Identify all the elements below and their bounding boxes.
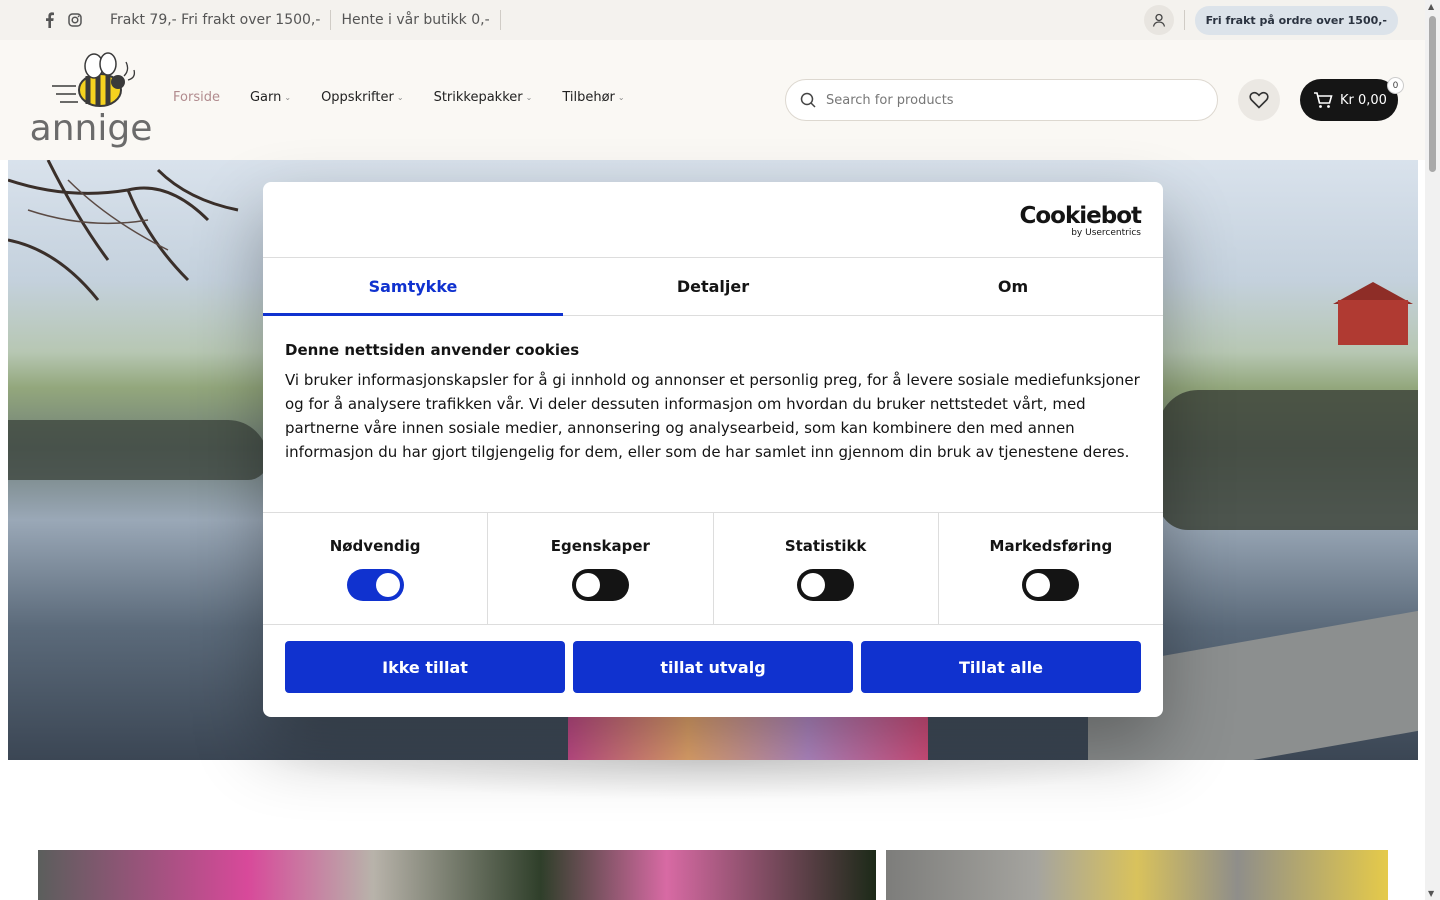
cart-icon <box>1314 92 1333 108</box>
logo-wordmark: annige <box>30 108 152 148</box>
cookiebot-logo[interactable]: Cookiebot by Usercentrics <box>1019 204 1142 238</box>
deny-button[interactable]: Ikke tillat <box>285 641 565 693</box>
heart-icon <box>1249 91 1269 109</box>
rocks-left <box>8 420 268 480</box>
chevron-down-icon: ⌄ <box>525 93 533 102</box>
scroll-down-icon[interactable]: ▼ <box>1428 889 1434 898</box>
cart-button[interactable]: Kr 0,00 <box>1300 79 1398 121</box>
dialog-title: Denne nettsiden anvender cookies <box>285 341 580 359</box>
dialog-shadow <box>260 760 1160 800</box>
nav-item-forside[interactable]: Forside <box>173 90 220 105</box>
product-search <box>785 79 1218 121</box>
divider <box>1183 10 1185 30</box>
dialog-header: Cookiebot by Usercentrics <box>263 182 1163 258</box>
topbar-actions: Fri frakt på ordre over 1500,- <box>1143 5 1398 35</box>
chevron-down-icon: ⌄ <box>396 93 404 102</box>
tab-om[interactable]: Om <box>863 258 1163 315</box>
category-necessary: Nødvendig <box>263 513 489 624</box>
social-links <box>42 12 82 28</box>
dialog-text: Vi bruker informasjonskapsler for å gi i… <box>285 371 1140 461</box>
nav-item-oppskrifter[interactable]: Oppskrifter ⌄ <box>321 90 404 105</box>
toggle-marketing[interactable] <box>1022 569 1080 601</box>
pickup-message: Hente i vår butikk 0,- <box>331 10 501 30</box>
chevron-down-icon: ⌄ <box>617 93 625 102</box>
nav-item-tilbehor[interactable]: Tilbehør ⌄ <box>562 90 624 105</box>
cookie-consent-dialog: Cookiebot by Usercentrics Samtykke Detal… <box>263 182 1163 717</box>
toggle-necessary[interactable] <box>346 569 404 601</box>
toggle-statistics[interactable] <box>797 569 855 601</box>
allow-all-button[interactable]: Tillat alle <box>861 641 1141 693</box>
tab-samtykke[interactable]: Samtykke <box>263 258 563 316</box>
cart-total: Kr 0,00 <box>1340 92 1387 108</box>
shipping-message: Frakt 79,- Fri frakt over 1500,- <box>100 10 332 30</box>
toggle-preferences[interactable] <box>571 569 629 601</box>
facebook-icon[interactable] <box>42 12 56 28</box>
main-nav: Forside Garn ⌄ Oppskrifter ⌄ Strikkepakker… <box>173 90 625 105</box>
category-statistics: Statistikk <box>714 513 939 624</box>
category-marketing: Markedsføring <box>939 513 1163 624</box>
nav-item-strikkepakker[interactable]: Strikkepakker ⌄ <box>434 90 533 105</box>
page-scrollbar[interactable]: ▲ ▼ <box>1425 0 1440 900</box>
tab-detaljer[interactable]: Detaljer <box>563 258 863 315</box>
product-card-yarn[interactable] <box>886 850 1388 900</box>
tree-decoration <box>8 160 239 301</box>
category-preferences: Egenskaper <box>488 513 714 624</box>
search-icon <box>800 92 816 108</box>
red-house <box>1338 300 1408 345</box>
dialog-body: Denne nettsiden anvender cookies Vi bruk… <box>263 316 1163 513</box>
top-bar: Frakt 79,- Fri frakt over 1500,- Hente i… <box>0 0 1425 40</box>
instagram-icon[interactable] <box>68 12 82 28</box>
account-button[interactable] <box>1143 5 1174 35</box>
user-icon <box>1152 13 1165 27</box>
free-shipping-badge[interactable]: Fri frakt på ordre over 1500,- <box>1194 5 1398 35</box>
product-card-mohair[interactable] <box>38 850 876 900</box>
consent-categories: Nødvendig Egenskaper Statistikk Markedsf… <box>263 513 1163 625</box>
dialog-buttons: Ikke tillat tillat utvalg Tillat alle <box>263 625 1163 709</box>
site-logo[interactable]: annige <box>30 52 152 149</box>
nav-item-garn[interactable]: Garn ⌄ <box>250 90 291 105</box>
scrollbar-thumb[interactable] <box>1429 16 1436 172</box>
site-header: annige Forside Garn ⌄ Oppskrifter ⌄ Strikk… <box>0 40 1425 160</box>
allow-selection-button[interactable]: tillat utvalg <box>573 641 853 693</box>
scroll-up-icon[interactable]: ▲ <box>1428 2 1434 11</box>
search-input[interactable] <box>826 92 1186 108</box>
dialog-tabs: Samtykke Detaljer Om <box>263 258 1163 316</box>
rocks-right <box>1158 390 1418 530</box>
cart-count-badge: 0 <box>1387 77 1404 94</box>
chevron-down-icon: ⌄ <box>284 93 292 102</box>
wishlist-button[interactable] <box>1238 79 1280 121</box>
